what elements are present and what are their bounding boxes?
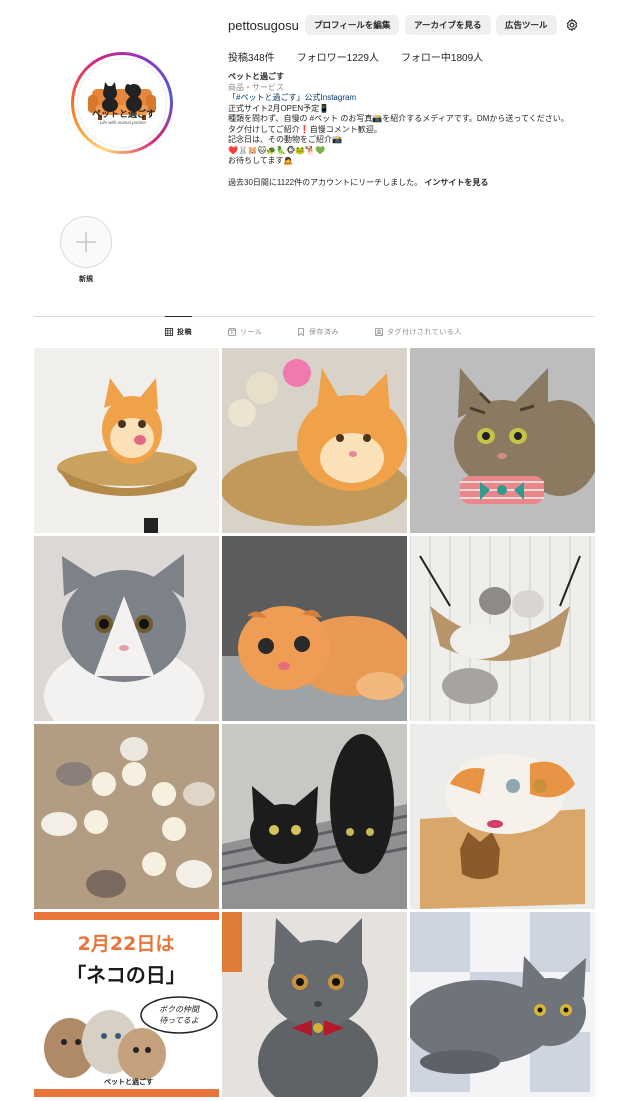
cat-day-bubble-2: 待ってるよ bbox=[159, 1016, 199, 1025]
bio-line: タグ付けしてご紹介❗自慢コメント歓迎。 bbox=[228, 124, 382, 134]
bio-line: お待ちしてます🙇 bbox=[228, 156, 294, 165]
tab-saved[interactable]: 保存済み bbox=[297, 317, 339, 347]
tagged-icon bbox=[375, 328, 383, 336]
post-gray-cat-lying[interactable] bbox=[410, 912, 595, 1097]
profile-username: pettosugosu bbox=[228, 18, 299, 33]
cat-day-logo: ペットと過ごす bbox=[104, 1077, 153, 1086]
following-count[interactable]: フォロー中1809人 bbox=[401, 49, 483, 64]
avatar bbox=[77, 58, 167, 148]
grid-icon bbox=[165, 327, 173, 336]
profile-bio: ペットと過ごす 商品・サービス 「#ペットと過ごす」公式Instagram 正式… bbox=[228, 72, 608, 167]
bio-line[interactable]: 「#ペットと過ごす」公式Instagram bbox=[228, 93, 608, 104]
view-insights-link[interactable]: インサイトを見る bbox=[424, 178, 488, 187]
post-kittens-eating[interactable] bbox=[34, 724, 219, 909]
post-calico-cat-in-box[interactable] bbox=[410, 724, 595, 909]
cat-day-bubble-1: ボクの仲間 bbox=[159, 1005, 200, 1014]
bio-line: 記念日は、その動物をご紹介📸 bbox=[228, 135, 342, 144]
cat-day-headline-1: 2月22日は bbox=[78, 933, 175, 955]
post-cats-in-hammock[interactable] bbox=[410, 536, 595, 721]
pet-logo-icon bbox=[88, 82, 156, 120]
post-orange-cat-with-plush-toys[interactable] bbox=[222, 348, 407, 533]
post-orange-kitten-basket[interactable] bbox=[34, 348, 219, 533]
post-gray-white-cat[interactable] bbox=[34, 536, 219, 721]
insight-summary: 過去30日間に1122件のアカウントにリーチしました。 インサイトを見る bbox=[228, 177, 488, 188]
avatar-sub-text: Life with animal partner bbox=[99, 120, 147, 125]
bio-line: 正式サイト2月OPEN予定📱 bbox=[228, 103, 330, 113]
edit-profile-button[interactable]: プロフィールを編集 bbox=[305, 15, 400, 35]
bio-line: 種類を問わず、自慢の #ペット のお写真📸を紹介するメディアです。DMから送って… bbox=[228, 114, 569, 123]
bookmark-icon bbox=[298, 328, 304, 336]
post-orange-scottish-fold[interactable] bbox=[222, 536, 407, 721]
profile-tabs: 投稿 リール 保存済み タグ付けされている人 bbox=[0, 316, 628, 347]
insight-text: 過去30日間に1122件のアカウントにリーチしました。 bbox=[228, 178, 423, 187]
tab-tagged[interactable]: タグ付けされている人 bbox=[375, 317, 462, 347]
bio-line: ❤️🐰🐹🐱🐢🦜🐵🐸🐕💚 bbox=[228, 145, 326, 155]
highlight-label: 新規 bbox=[79, 276, 93, 283]
profile-avatar-ring[interactable] bbox=[71, 52, 173, 154]
followers-count[interactable]: フォロワー1229人 bbox=[297, 49, 379, 64]
reels-icon bbox=[228, 328, 236, 336]
ad-tools-button[interactable]: 広告ツール bbox=[496, 15, 557, 35]
tab-reels[interactable]: リール bbox=[228, 317, 263, 347]
view-archive-button[interactable]: アーカイブを見る bbox=[405, 15, 491, 35]
highlight-new[interactable]: 新規 bbox=[60, 216, 112, 284]
tab-posts[interactable]: 投稿 bbox=[165, 316, 192, 346]
post-tabby-cat-bowtie[interactable] bbox=[410, 348, 595, 533]
avatar-logo-text: ペットと過ごす bbox=[92, 109, 156, 119]
post-gray-cat-red-bow[interactable] bbox=[222, 912, 407, 1097]
post-cat-day-announcement[interactable]: 2月22日は 「ネコの日」 ボクの仲間 待ってるよ ペットと過ごす bbox=[34, 912, 219, 1097]
plus-icon bbox=[76, 232, 96, 252]
profile-stats: 投稿348件 フォロワー1229人 フォロー中1809人 bbox=[228, 49, 483, 64]
post-two-black-cats[interactable] bbox=[222, 724, 407, 909]
profile-category: 商品・サービス bbox=[228, 82, 284, 92]
settings-gear-icon[interactable] bbox=[565, 18, 579, 32]
cat-day-headline-2: 「ネコの日」 bbox=[66, 963, 186, 987]
posts-count: 投稿348件 bbox=[228, 53, 275, 64]
profile-display-name: ペットと過ごす bbox=[228, 72, 285, 81]
